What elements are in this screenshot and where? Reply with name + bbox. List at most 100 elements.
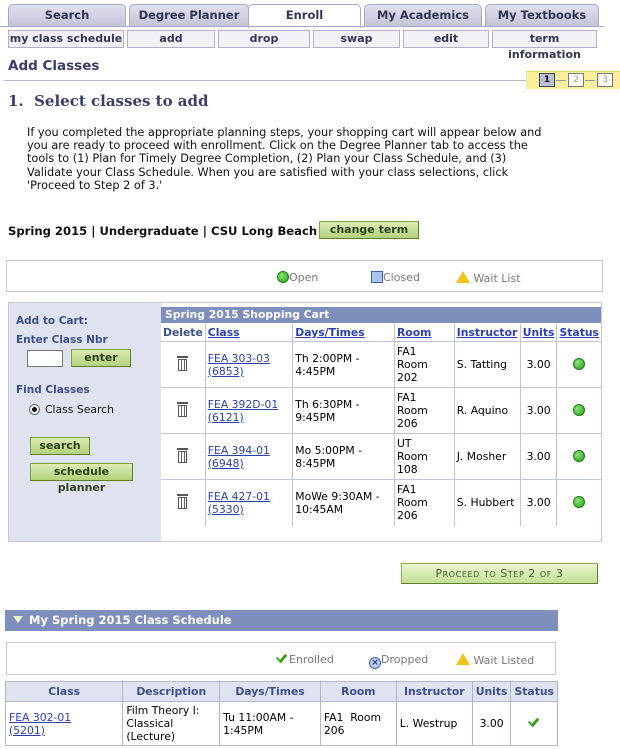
trash-icon[interactable] — [177, 402, 189, 417]
units-cell: 3.00 — [519, 341, 557, 388]
class-link[interactable]: FEA 303-03 — [208, 352, 270, 365]
tab-search[interactable]: Search — [8, 4, 126, 26]
col-description: Description — [122, 681, 221, 702]
schedule-header[interactable]: My Spring 2015 Class Schedule — [5, 610, 558, 631]
legend-wait-listed: Wait Listed — [456, 653, 534, 667]
delete-cell — [161, 387, 206, 434]
room-word: Room — [396, 404, 428, 417]
status-cell — [556, 387, 601, 434]
trash-icon[interactable] — [177, 448, 189, 463]
class-link[interactable]: FEA 302-01 — [9, 711, 71, 724]
shopping-cart-table: Delete Class Days/Times Room Instructor … — [161, 324, 601, 526]
col-units-label[interactable]: Units — [523, 326, 555, 339]
description-cell: Film Theory I: Classical (Lecture) — [122, 701, 221, 746]
col-room-label[interactable]: Room — [397, 326, 431, 339]
trash-icon[interactable] — [177, 356, 189, 371]
intro-text: If you completed the appropriate plannin… — [27, 126, 542, 192]
room-cell: FA1 Room 206 — [393, 479, 455, 526]
class-nbr-input[interactable] — [27, 350, 63, 367]
tab-enroll[interactable]: Enroll — [248, 4, 361, 28]
tab-my-textbooks[interactable]: My Textbooks — [485, 4, 599, 26]
class-link[interactable]: FEA 427-01 — [208, 490, 270, 503]
enter-class-nbr-label: Enter Class Nbr — [16, 334, 108, 346]
status-cell — [556, 341, 601, 388]
schedule-planner-button[interactable]: schedule planner — [30, 463, 133, 494]
col-room[interactable]: Room — [393, 324, 455, 342]
times: 4:45PM — [295, 364, 336, 378]
col-days-times[interactable]: Days/Times — [292, 324, 395, 342]
class-nbr-link[interactable]: (5330) — [208, 503, 244, 516]
status-legend: Open Closed Wait List — [6, 260, 603, 292]
subtab-edit[interactable]: edit — [403, 30, 489, 48]
status-cell — [556, 433, 601, 480]
collapse-arrow-icon[interactable] — [13, 616, 23, 623]
schedule-header-row: Class Description Days/Times Room Instru… — [4, 681, 558, 702]
tab-degree-planner[interactable]: Degree Planner — [129, 4, 249, 26]
proceed-step-2-button[interactable]: Proceed to Step 2 of 3 — [401, 563, 598, 584]
enter-button[interactable]: enter — [71, 349, 131, 367]
col-instructor-label[interactable]: Instructor — [457, 326, 518, 339]
legend-closed: Closed — [371, 271, 420, 284]
enrolled-check-icon — [527, 717, 541, 729]
change-term-button[interactable]: change term — [319, 221, 419, 239]
col-days-times-label[interactable]: Days/Times — [295, 326, 364, 339]
col-class[interactable]: Class — [204, 324, 293, 342]
cart-row: FEA 394-01 (6948) Mo 5:00PM -8:45PM UT Roo… — [161, 433, 601, 480]
room-building: FA1 — [396, 483, 417, 497]
legend-wait-listed-label: Wait Listed — [473, 654, 535, 667]
units-cell: 3.00 — [519, 433, 557, 480]
subtab-swap[interactable]: swap — [313, 30, 400, 48]
col-instructor: Instructor — [395, 681, 473, 702]
step-connector — [556, 80, 566, 81]
sub-tabs: my class schedule add drop swap edit ter… — [0, 26, 604, 61]
room-cell: FA1 Room 206 — [393, 387, 455, 434]
col-status-label[interactable]: Status — [559, 326, 599, 339]
times: 8:45PM — [295, 456, 336, 470]
units-cell: 3.00 — [471, 701, 512, 746]
delete-cell — [161, 341, 206, 388]
room-word: Room — [396, 450, 428, 463]
class-search-radio[interactable] — [29, 404, 40, 415]
col-status[interactable]: Status — [556, 324, 601, 342]
class-cell: FEA 427-01 (5330) — [204, 479, 293, 526]
status-cell — [510, 701, 558, 746]
trash-icon[interactable] — [177, 494, 189, 510]
col-instructor[interactable]: Instructor — [453, 324, 521, 342]
room-number: 206 — [396, 417, 418, 430]
search-button[interactable]: search — [30, 437, 90, 455]
col-units: Units — [471, 681, 512, 702]
wait-list-icon — [456, 271, 470, 283]
subtab-drop[interactable]: drop — [218, 30, 310, 48]
class-nbr-link[interactable]: (6948) — [208, 457, 244, 470]
days: MoWe 9:30AM - — [295, 489, 380, 503]
instructor-cell: S. Tatting — [453, 341, 521, 388]
subtab-term-information[interactable]: term information — [492, 30, 597, 61]
subtab-add[interactable]: add — [127, 30, 215, 48]
instructor-cell: R. Aquino — [453, 387, 521, 434]
days: Tu 11:00AM - — [223, 710, 294, 724]
room-word: Room — [396, 496, 428, 510]
class-cell: FEA 302-01 (5201) — [4, 701, 124, 746]
col-units[interactable]: Units — [519, 324, 557, 342]
term-label: Spring 2015 | Undergraduate | CSU Long B… — [8, 224, 318, 238]
description-title: Film Theory I: — [126, 704, 200, 717]
room-number: 206 — [396, 509, 418, 523]
col-class-label[interactable]: Class — [208, 326, 240, 339]
class-nbr-link[interactable]: (5201) — [9, 724, 45, 737]
class-search-label: Class Search — [45, 403, 114, 416]
class-nbr-link[interactable]: (6853) — [208, 365, 244, 378]
room-building: FA1 — [396, 391, 417, 404]
description-component: (Lecture) — [126, 730, 176, 743]
open-status-icon — [573, 450, 586, 462]
class-link[interactable]: FEA 394-01 — [208, 444, 270, 457]
class-link[interactable]: FEA 392D-01 — [208, 398, 278, 411]
class-nbr-link[interactable]: (6121) — [208, 411, 244, 424]
col-delete: Delete — [161, 324, 206, 342]
cart-caption: Spring 2015 Shopping Cart — [161, 307, 601, 323]
tab-my-academics[interactable]: My Academics — [364, 4, 482, 26]
add-to-cart-panel: Add to Cart: Enter Class Nbr enter Find … — [9, 303, 161, 541]
subtab-my-class-schedule[interactable]: my class schedule — [8, 30, 124, 48]
status-cell — [556, 479, 601, 526]
col-room: Room — [319, 681, 397, 702]
col-days-times: Days/Times — [219, 681, 321, 702]
